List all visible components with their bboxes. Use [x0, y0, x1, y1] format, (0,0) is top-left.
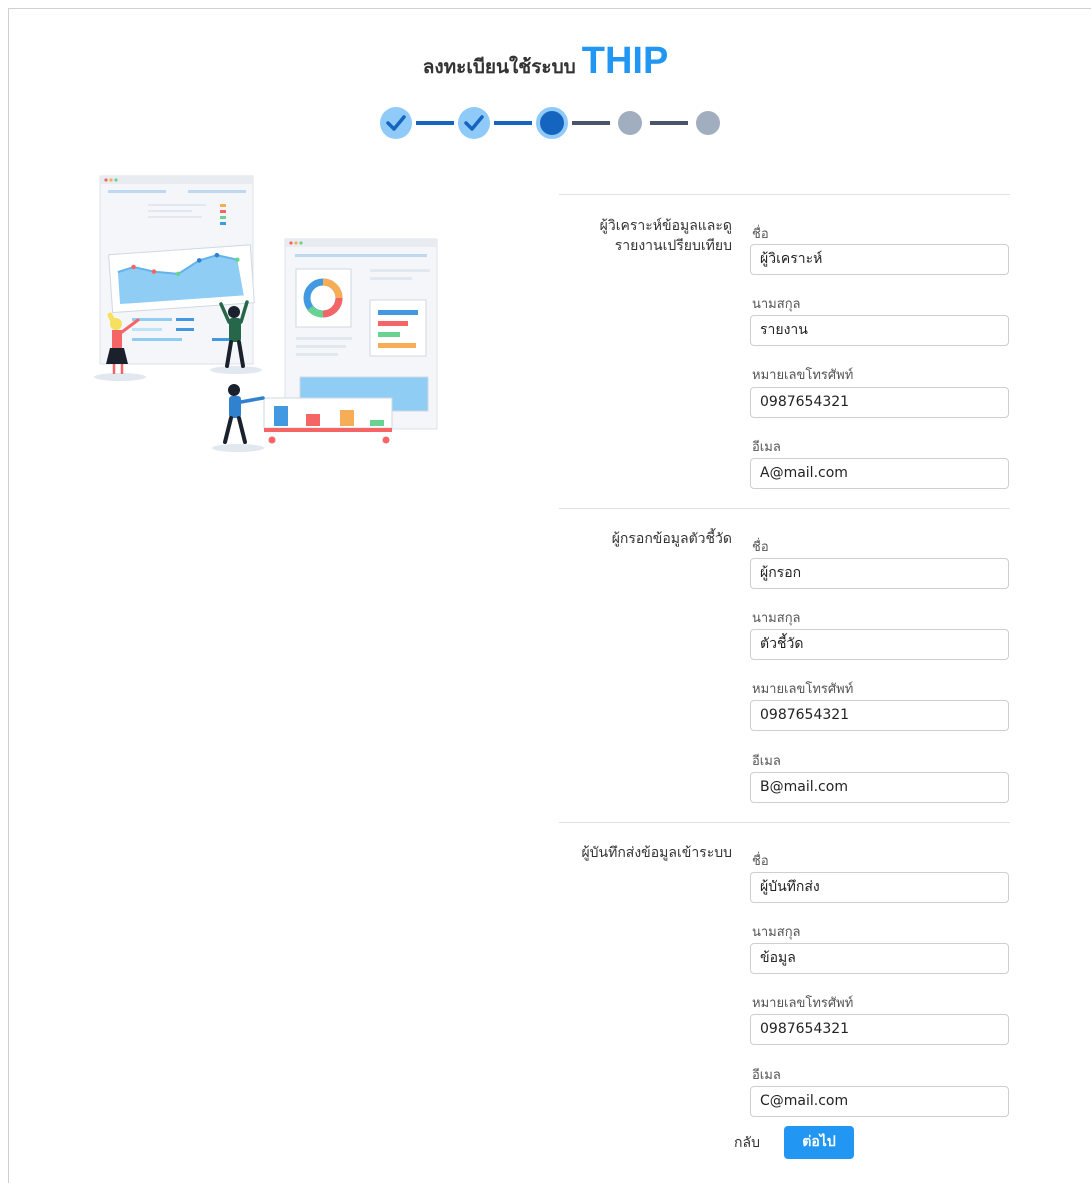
checkmark-icon	[386, 115, 406, 131]
analyst-phone-input[interactable]: 0987654321	[750, 387, 1009, 418]
first-name-label: ชื่อ	[752, 854, 769, 869]
entry-first-name-input[interactable]: ผู้กรอก	[750, 558, 1009, 589]
first-name-label: ชื่อ	[752, 227, 769, 242]
step-1-complete	[380, 107, 412, 139]
submitter-first-name-input[interactable]: ผู้บันทึกส่ง	[750, 872, 1009, 903]
section-divider	[559, 194, 1010, 195]
progress-stepper	[380, 107, 720, 141]
phone-label: หมายเลขโทรศัพท์	[752, 368, 854, 383]
entry-last-name-input[interactable]: ตัวชี้วัด	[750, 629, 1009, 660]
first-name-label: ชื่อ	[752, 540, 769, 555]
step-connector-3	[572, 121, 610, 125]
email-label: อีเมล	[752, 1068, 781, 1083]
section-divider	[559, 822, 1010, 823]
checkmark-icon	[464, 115, 484, 131]
step-connector-2	[494, 121, 532, 125]
next-button[interactable]: ต่อไป	[784, 1126, 854, 1159]
email-label: อีเมล	[752, 754, 781, 769]
section-divider	[559, 508, 1010, 509]
submitter-email-input[interactable]: C@mail.com	[750, 1086, 1009, 1117]
email-label: อีเมล	[752, 440, 781, 455]
section-label-submitter: ผู้บันทึกส่งข้อมูลเข้าระบบ	[581, 845, 732, 861]
step-4-pending	[618, 111, 642, 135]
section-label-analyst: ผู้วิเคราะห์ข้อมูลและดู รายงานเปรียบเทีย…	[599, 218, 732, 254]
dashboard-illustration	[94, 175, 438, 452]
step-5-pending	[696, 111, 720, 135]
analyst-last-name-input[interactable]: รายงาน	[750, 315, 1009, 346]
entry-email-input[interactable]: B@mail.com	[750, 772, 1009, 803]
step-3-current	[536, 107, 568, 139]
entry-phone-input[interactable]: 0987654321	[750, 700, 1009, 731]
title-prefix: ลงทะเบียนใช้ระบบ	[422, 56, 576, 78]
submitter-phone-input[interactable]: 0987654321	[750, 1014, 1009, 1045]
analyst-first-name-input[interactable]: ผู้วิเคราะห์	[750, 244, 1009, 275]
last-name-label: นามสกุล	[752, 925, 801, 940]
phone-label: หมายเลขโทรศัพท์	[752, 682, 854, 697]
step-connector-1	[416, 121, 454, 125]
section-label-data-entry: ผู้กรอกข้อมูลตัวชี้วัด	[611, 531, 732, 547]
submitter-last-name-input[interactable]: ข้อมูล	[750, 943, 1009, 974]
title-brand: THIP	[581, 40, 669, 82]
last-name-label: นามสกุล	[752, 297, 801, 312]
step-2-complete	[458, 107, 490, 139]
page-title: ลงทะเบียนใช้ระบบ THIP	[0, 40, 1091, 83]
last-name-label: นามสกุล	[752, 611, 801, 626]
step-connector-4	[650, 121, 688, 125]
analyst-email-input[interactable]: A@mail.com	[750, 458, 1009, 489]
phone-label: หมายเลขโทรศัพท์	[752, 996, 854, 1011]
back-button[interactable]: กลับ	[725, 1132, 769, 1154]
